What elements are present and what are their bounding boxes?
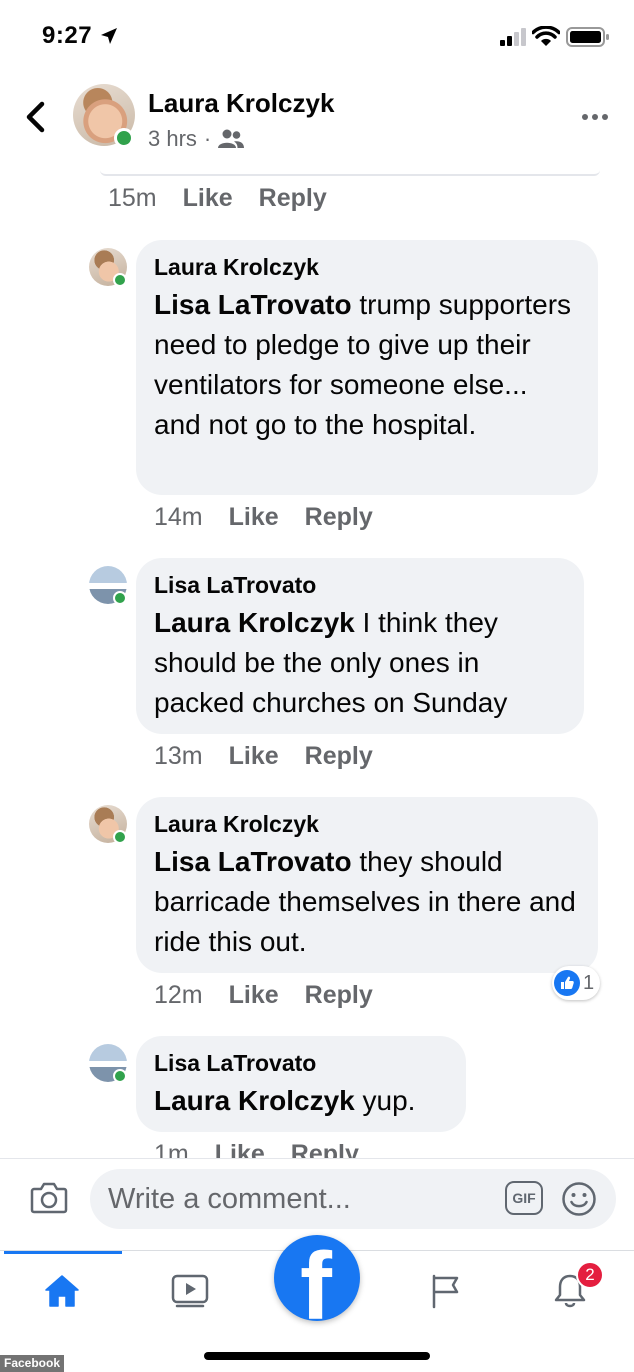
facebook-logo-icon[interactable]: f bbox=[274, 1235, 360, 1321]
watermark: Facebook bbox=[0, 1355, 65, 1372]
back-icon[interactable] bbox=[20, 100, 50, 134]
reply-button[interactable]: Reply bbox=[305, 742, 373, 771]
comment-author[interactable]: Lisa LaTrovato bbox=[154, 572, 566, 599]
reaction-summary[interactable]: 1 bbox=[552, 966, 601, 1000]
mention[interactable]: Laura Krolczyk bbox=[154, 607, 355, 638]
online-status-dot bbox=[113, 591, 127, 605]
comment-text: Lisa LaTrovato they should barricade the… bbox=[154, 842, 580, 962]
mention[interactable]: Lisa LaTrovato bbox=[154, 846, 352, 877]
comment-meta: 13m Like Reply bbox=[154, 742, 373, 771]
comment-time: 12m bbox=[154, 981, 203, 1009]
comment-text: Lisa LaTrovato trump supporters need to … bbox=[154, 285, 580, 445]
mention[interactable]: Lisa LaTrovato bbox=[154, 289, 352, 320]
comment-time: 14m bbox=[154, 503, 203, 531]
home-indicator bbox=[204, 1352, 430, 1360]
comment-body: yup. bbox=[354, 1085, 416, 1116]
reaction-count: 1 bbox=[583, 971, 595, 994]
comment-author[interactable]: Laura Krolczyk bbox=[154, 811, 580, 838]
flag-icon bbox=[432, 1274, 459, 1309]
video-icon bbox=[171, 1274, 209, 1308]
location-arrow-icon bbox=[101, 28, 117, 44]
cellular-signal-icon bbox=[500, 28, 526, 46]
like-button[interactable]: Like bbox=[229, 981, 279, 1010]
online-status-dot bbox=[114, 128, 134, 148]
tab-pages[interactable] bbox=[414, 1251, 478, 1331]
emoji-icon[interactable] bbox=[561, 1181, 597, 1217]
like-button[interactable]: Like bbox=[183, 184, 233, 213]
camera-icon[interactable] bbox=[30, 1181, 68, 1215]
post-meta: 3 hrs · bbox=[148, 126, 245, 152]
tab-home[interactable] bbox=[30, 1251, 94, 1331]
like-button[interactable]: Like bbox=[229, 503, 279, 532]
reply-button[interactable]: Reply bbox=[259, 184, 327, 213]
reply-button[interactable]: Reply bbox=[305, 503, 373, 532]
comment-time: 13m bbox=[154, 742, 203, 770]
tab-watch[interactable] bbox=[158, 1251, 222, 1331]
like-button[interactable]: Like bbox=[229, 742, 279, 771]
facebook-f-glyph: f bbox=[300, 1235, 332, 1322]
wifi-icon bbox=[532, 26, 560, 46]
like-reaction-icon bbox=[554, 970, 580, 996]
comment-bubble: Lisa LaTrovato Laura Krolczyk yup. bbox=[136, 1036, 466, 1132]
notification-badge: 2 bbox=[576, 1261, 604, 1289]
comment-bubble: Laura Krolczyk Lisa LaTrovato trump supp… bbox=[136, 240, 598, 495]
more-options-icon[interactable] bbox=[582, 110, 612, 124]
meta-separator: · bbox=[203, 126, 212, 151]
comment-meta: 15m Like Reply bbox=[108, 184, 327, 213]
online-status-dot bbox=[113, 273, 127, 287]
comment-author[interactable]: Lisa LaTrovato bbox=[154, 1050, 448, 1077]
status-bar: 9:27 bbox=[0, 0, 634, 70]
comment-meta: 14m Like Reply bbox=[154, 503, 373, 532]
comment-text: Laura Krolczyk I think they should be th… bbox=[154, 603, 566, 723]
online-status-dot bbox=[113, 830, 127, 844]
comment-meta: 12m Like Reply bbox=[154, 981, 373, 1010]
post-time: 3 hrs bbox=[148, 126, 197, 151]
comment-text: Laura Krolczyk yup. bbox=[154, 1081, 448, 1121]
gif-icon[interactable]: GIF bbox=[505, 1181, 543, 1215]
post-header: Laura Krolczyk 3 hrs · bbox=[0, 70, 634, 170]
bottom-tab-bar: f 2 bbox=[0, 1235, 634, 1331]
comment-author[interactable]: Laura Krolczyk bbox=[154, 254, 580, 281]
previous-comment-edge bbox=[100, 170, 600, 176]
comment-bubble: Lisa LaTrovato Laura Krolczyk I think th… bbox=[136, 558, 584, 734]
online-status-dot bbox=[113, 1069, 127, 1083]
post-author-name[interactable]: Laura Krolczyk bbox=[148, 88, 334, 119]
mention[interactable]: Laura Krolczyk bbox=[154, 1085, 355, 1116]
comment-time: 15m bbox=[108, 184, 157, 212]
status-time: 9:27 bbox=[42, 22, 93, 49]
battery-icon bbox=[566, 27, 609, 47]
comment-bubble: Laura Krolczyk Lisa LaTrovato they shoul… bbox=[136, 797, 598, 973]
home-icon bbox=[45, 1275, 79, 1307]
reply-button[interactable]: Reply bbox=[305, 981, 373, 1010]
friends-icon bbox=[218, 129, 245, 148]
